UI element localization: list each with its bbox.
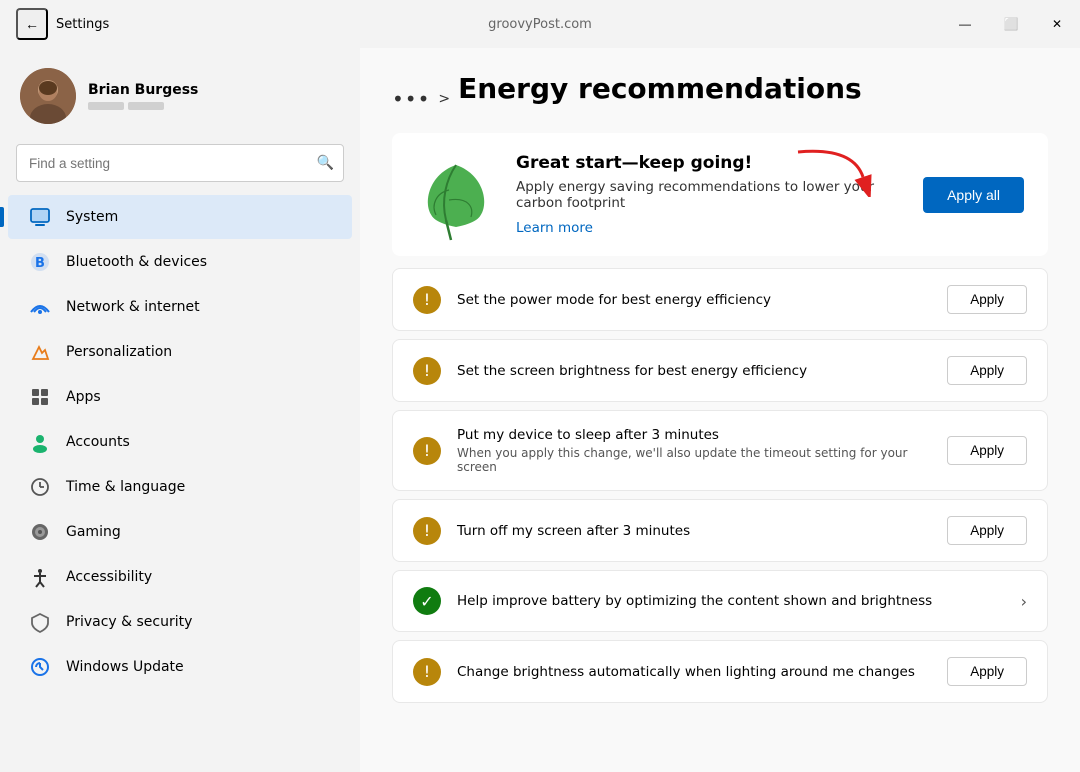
app-title: Settings	[56, 17, 109, 32]
rec-status-icon-auto-brightness: !	[413, 658, 441, 686]
sidebar-item-network[interactable]: Network & internet	[8, 285, 352, 329]
sidebar-item-system[interactable]: System	[8, 195, 352, 239]
close-button[interactable]: ✕	[1034, 0, 1080, 48]
user-bar-2	[128, 102, 164, 110]
nav-label-privacy: Privacy & security	[66, 614, 192, 630]
apply-button-power-mode[interactable]: Apply	[947, 285, 1027, 314]
search-input[interactable]	[16, 144, 344, 182]
apply-all-button[interactable]: Apply all	[923, 177, 1024, 213]
avatar	[20, 68, 76, 124]
page-title: Energy recommendations	[458, 72, 862, 105]
rec-title-auto-brightness: Change brightness automatically when lig…	[457, 664, 931, 680]
rec-status-icon-screen-off-3min: !	[413, 517, 441, 545]
rec-item-screen-off-3min: ! Turn off my screen after 3 minutes App…	[392, 499, 1048, 562]
nav-label-accessibility: Accessibility	[66, 569, 152, 585]
nav-label-windows-update: Windows Update	[66, 659, 184, 675]
sidebar-item-time[interactable]: Time & language	[8, 465, 352, 509]
nav-icon-system	[28, 205, 52, 229]
search-icon: 🔍	[317, 155, 334, 171]
title-url: groovyPost.com	[488, 17, 592, 32]
red-arrow-annotation	[793, 147, 873, 201]
user-info: Brian Burgess	[88, 82, 198, 110]
rec-title-battery-optimize: Help improve battery by optimizing the c…	[457, 593, 1005, 609]
breadcrumb: ••• > Energy recommendations	[392, 72, 1048, 125]
rec-item-sleep-3min: ! Put my device to sleep after 3 minutes…	[392, 410, 1048, 491]
search-box: 🔍	[16, 144, 344, 182]
nav-label-gaming: Gaming	[66, 524, 121, 540]
nav-icon-bluetooth: B	[28, 250, 52, 274]
recommendations-list: ! Set the power mode for best energy eff…	[392, 268, 1048, 703]
nav-icon-windows-update	[28, 655, 52, 679]
rec-text-screen-brightness: Set the screen brightness for best energ…	[457, 363, 931, 379]
nav-icon-network	[28, 295, 52, 319]
sidebar-item-privacy[interactable]: Privacy & security	[8, 600, 352, 644]
sidebar-item-accessibility[interactable]: Accessibility	[8, 555, 352, 599]
rec-title-screen-off-3min: Turn off my screen after 3 minutes	[457, 523, 931, 539]
nav-icon-gaming	[28, 520, 52, 544]
rec-title-sleep-3min: Put my device to sleep after 3 minutes	[457, 427, 931, 443]
nav-label-personalization: Personalization	[66, 344, 172, 360]
nav-icon-privacy	[28, 610, 52, 634]
nav-label-time: Time & language	[66, 479, 185, 495]
rec-status-icon-sleep-3min: !	[413, 437, 441, 465]
user-name: Brian Burgess	[88, 82, 198, 98]
rec-item-battery-optimize: ✓ Help improve battery by optimizing the…	[392, 570, 1048, 632]
back-button[interactable]: ←	[16, 8, 48, 40]
rec-item-auto-brightness: ! Change brightness automatically when l…	[392, 640, 1048, 703]
rec-status-icon-screen-brightness: !	[413, 357, 441, 385]
nav-icon-time	[28, 475, 52, 499]
nav-label-apps: Apps	[66, 389, 101, 405]
sidebar-item-apps[interactable]: Apps	[8, 375, 352, 419]
minimize-button[interactable]: —	[942, 0, 988, 48]
rec-title-screen-brightness: Set the screen brightness for best energ…	[457, 363, 931, 379]
sidebar-item-windows-update[interactable]: Windows Update	[8, 645, 352, 689]
nav-label-bluetooth: Bluetooth & devices	[66, 254, 207, 270]
apply-button-screen-off-3min[interactable]: Apply	[947, 516, 1027, 545]
sidebar-nav: System B Bluetooth & devices Network & i…	[0, 194, 360, 690]
main-layout: Brian Burgess 🔍 System B Bluetooth & dev…	[0, 48, 1080, 772]
rec-text-auto-brightness: Change brightness automatically when lig…	[457, 664, 931, 680]
rec-status-icon-battery-optimize: ✓	[413, 587, 441, 615]
sidebar: Brian Burgess 🔍 System B Bluetooth & dev…	[0, 48, 360, 772]
sidebar-item-gaming[interactable]: Gaming	[8, 510, 352, 554]
maximize-button[interactable]: ⬜	[988, 0, 1034, 48]
user-bars	[88, 102, 198, 110]
content-area: ••• > Energy recommendations	[360, 48, 1080, 772]
nav-icon-apps	[28, 385, 52, 409]
rec-title-power-mode: Set the power mode for best energy effic…	[457, 292, 931, 308]
rec-text-power-mode: Set the power mode for best energy effic…	[457, 292, 931, 308]
apply-button-screen-brightness[interactable]: Apply	[947, 356, 1027, 385]
sidebar-item-bluetooth[interactable]: B Bluetooth & devices	[8, 240, 352, 284]
user-bar-1	[88, 102, 124, 110]
rec-item-power-mode: ! Set the power mode for best energy eff…	[392, 268, 1048, 331]
content-inner: ••• > Energy recommendations	[360, 48, 1080, 735]
nav-label-system: System	[66, 209, 118, 225]
nav-icon-accessibility	[28, 565, 52, 589]
user-section: Brian Burgess	[0, 56, 360, 140]
rec-text-battery-optimize: Help improve battery by optimizing the c…	[457, 593, 1005, 609]
sidebar-item-accounts[interactable]: Accounts	[8, 420, 352, 464]
breadcrumb-chevron: >	[438, 91, 450, 107]
apply-button-auto-brightness[interactable]: Apply	[947, 657, 1027, 686]
breadcrumb-dots: •••	[392, 87, 430, 111]
hero-section: Great start—keep going! Apply energy sav…	[392, 133, 1048, 256]
sidebar-item-personalization[interactable]: Personalization	[8, 330, 352, 374]
window-controls: — ⬜ ✕	[942, 0, 1080, 48]
rec-item-screen-brightness: ! Set the screen brightness for best ene…	[392, 339, 1048, 402]
apply-button-sleep-3min[interactable]: Apply	[947, 436, 1027, 465]
nav-icon-accounts	[28, 430, 52, 454]
rec-subtitle-sleep-3min: When you apply this change, we'll also u…	[457, 446, 931, 474]
nav-icon-personalization	[28, 340, 52, 364]
rec-status-icon-power-mode: !	[413, 286, 441, 314]
svg-text:B: B	[35, 256, 45, 271]
rec-text-screen-off-3min: Turn off my screen after 3 minutes	[457, 523, 931, 539]
titlebar: ← Settings groovyPost.com — ⬜ ✕	[0, 0, 1080, 48]
nav-label-accounts: Accounts	[66, 434, 130, 450]
leaf-icon	[416, 155, 496, 235]
rec-text-sleep-3min: Put my device to sleep after 3 minutes W…	[457, 427, 931, 474]
learn-more-link[interactable]: Learn more	[516, 220, 593, 236]
nav-label-network: Network & internet	[66, 299, 200, 315]
chevron-icon-battery-optimize: ›	[1021, 592, 1027, 611]
